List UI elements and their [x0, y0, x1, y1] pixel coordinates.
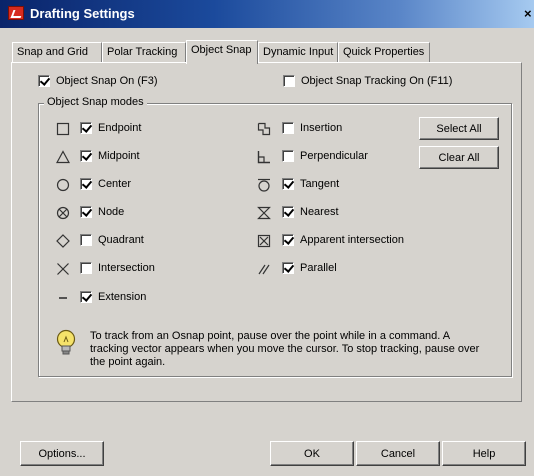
tab-snap-and-grid[interactable]: Snap and Grid	[12, 42, 102, 63]
apparent-intersection-label: Apparent intersection	[300, 234, 404, 246]
osnap-on-label: Object Snap On (F3)	[56, 75, 158, 87]
extension-label: Extension	[98, 291, 147, 303]
osnap-tracking-checkbox[interactable]	[283, 75, 295, 87]
extension-dash-icon	[56, 291, 70, 305]
center-circle-icon	[56, 178, 70, 192]
intersection-x-icon	[56, 262, 70, 276]
perpendicular-checkbox[interactable]	[282, 150, 294, 162]
mode-node[interactable]: Node	[80, 206, 124, 218]
nearest-checkbox[interactable]	[282, 206, 294, 218]
tangent-checkbox[interactable]	[282, 178, 294, 190]
intersection-label: Intersection	[98, 262, 155, 274]
midpoint-checkbox[interactable]	[80, 150, 92, 162]
nearest-label: Nearest	[300, 206, 339, 218]
insertion-label: Insertion	[300, 122, 343, 134]
mode-quadrant[interactable]: Quadrant	[80, 234, 144, 246]
perpendicular-label: Perpendicular	[300, 150, 368, 162]
ok-button[interactable]: OK	[270, 441, 354, 466]
center-label: Center	[98, 178, 132, 190]
options-button[interactable]: Options...	[20, 441, 104, 466]
mode-apparent-intersection[interactable]: Apparent intersection	[282, 234, 404, 246]
mode-parallel[interactable]: Parallel	[282, 262, 337, 274]
parallel-label: Parallel	[300, 262, 337, 274]
node-circled-x-icon	[56, 206, 70, 220]
insertion-icon	[257, 122, 271, 136]
select-all-button[interactable]: Select All	[419, 117, 499, 140]
group-title: Object Snap modes	[44, 96, 147, 108]
insertion-checkbox[interactable]	[282, 122, 294, 134]
title-bar[interactable]: Drafting Settings ×	[0, 0, 534, 28]
node-label: Node	[98, 206, 125, 218]
tracking-hint-text: To track from an Osnap point, pause over…	[90, 330, 480, 368]
endpoint-checkbox[interactable]	[80, 122, 92, 134]
mode-perpendicular[interactable]: Perpendicular	[282, 150, 368, 162]
mode-intersection[interactable]: Intersection	[80, 262, 155, 274]
osnap-tracking-option[interactable]: Object Snap Tracking On (F11)	[283, 75, 452, 87]
tab-polar-tracking[interactable]: Polar Tracking	[102, 42, 186, 63]
window-title: Drafting Settings	[30, 6, 135, 21]
mode-nearest[interactable]: Nearest	[282, 206, 339, 218]
tangent-icon	[257, 178, 271, 192]
endpoint-square-icon	[56, 122, 70, 136]
apparent-intersection-icon	[257, 234, 271, 248]
center-checkbox[interactable]	[80, 178, 92, 190]
parallel-checkbox[interactable]	[282, 262, 294, 274]
app-logo-icon	[8, 6, 24, 20]
extension-checkbox[interactable]	[80, 291, 92, 303]
drafting-settings-dialog: Drafting Settings × Snap and Grid Polar …	[0, 0, 534, 476]
mode-midpoint[interactable]: Midpoint	[80, 150, 140, 162]
osnap-on-option[interactable]: Object Snap On (F3)	[38, 75, 158, 87]
quadrant-diamond-icon	[56, 234, 70, 248]
osnap-tracking-label: Object Snap Tracking On (F11)	[301, 75, 453, 87]
mode-tangent[interactable]: Tangent	[282, 178, 339, 190]
midpoint-label: Midpoint	[98, 150, 140, 162]
osnap-on-checkbox[interactable]	[38, 75, 50, 87]
perpendicular-icon	[257, 150, 271, 164]
tab-object-snap[interactable]: Object Snap	[186, 40, 258, 64]
clear-all-button[interactable]: Clear All	[419, 146, 499, 169]
mode-endpoint[interactable]: Endpoint	[80, 122, 141, 134]
node-checkbox[interactable]	[80, 206, 92, 218]
apparent-intersection-checkbox[interactable]	[282, 234, 294, 246]
parallel-icon	[257, 262, 271, 276]
mode-center[interactable]: Center	[80, 178, 131, 190]
quadrant-checkbox[interactable]	[80, 234, 92, 246]
lightbulb-icon	[54, 328, 78, 358]
endpoint-label: Endpoint	[98, 122, 142, 134]
midpoint-triangle-icon	[56, 150, 70, 164]
quadrant-label: Quadrant	[98, 234, 144, 246]
nearest-hourglass-icon	[257, 206, 271, 220]
close-icon[interactable]: ×	[524, 6, 534, 21]
tangent-label: Tangent	[300, 178, 340, 190]
cancel-button[interactable]: Cancel	[356, 441, 440, 466]
mode-extension[interactable]: Extension	[80, 291, 146, 303]
mode-insertion[interactable]: Insertion	[282, 122, 342, 134]
intersection-checkbox[interactable]	[80, 262, 92, 274]
help-button[interactable]: Help	[442, 441, 526, 466]
tab-dynamic-input[interactable]: Dynamic Input	[258, 42, 338, 63]
tab-quick-properties[interactable]: Quick Properties	[338, 42, 430, 63]
